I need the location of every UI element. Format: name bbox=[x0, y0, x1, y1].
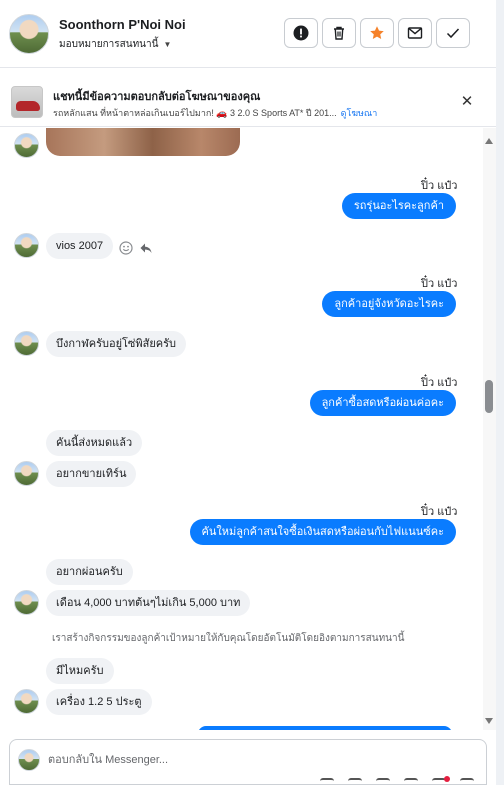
caret-down-icon: ▼ bbox=[163, 40, 172, 49]
outgoing-message[interactable]: คันใหม่ลูกค้าสนใจซื้อเงินสดหรือผ่อนกับไฟ… bbox=[189, 519, 456, 545]
outgoing-message[interactable]: ลูกค้าอยู่จังหวัดอะไรคะ bbox=[322, 291, 456, 317]
ad-thumbnail[interactable] bbox=[11, 86, 43, 118]
ad-reply-banner: แชทนี้มีข้อความตอบกลับต่อโฆษณาของคุณ รถห… bbox=[0, 77, 496, 127]
close-icon: ✕ bbox=[460, 93, 474, 110]
alert-icon bbox=[293, 25, 309, 41]
chat-scrollbar[interactable] bbox=[483, 128, 496, 730]
contact-name[interactable]: Soonthorn P'Noi Noi bbox=[59, 17, 186, 32]
contact-avatar-small bbox=[14, 689, 39, 714]
mark-done-button[interactable] bbox=[436, 18, 470, 48]
incoming-message[interactable]: เครื่อง 1.2 5 ประตู bbox=[46, 689, 152, 715]
trash-icon bbox=[334, 26, 344, 40]
scrollbar-thumb[interactable] bbox=[485, 380, 493, 413]
mark-unread-button[interactable] bbox=[398, 18, 432, 48]
message-actions bbox=[119, 241, 153, 255]
ad-banner-title: แชทนี้มีข้อความตอบกลับต่อโฆษณาของคุณ bbox=[53, 91, 261, 103]
contact-avatar-small bbox=[14, 331, 39, 356]
ad-banner-subtitle-row: รถหลักแสน ที่หน้าตาหล่อเกินเบอร์ไปมาก! 🚗… bbox=[53, 106, 377, 120]
page-avatar bbox=[18, 749, 40, 771]
contact-avatar-small bbox=[14, 590, 39, 615]
star-icon bbox=[370, 26, 384, 39]
reply-input[interactable] bbox=[48, 750, 468, 770]
outgoing-message-partial[interactable] bbox=[198, 726, 452, 730]
image-message[interactable] bbox=[46, 128, 240, 156]
more-icon[interactable] bbox=[460, 778, 474, 785]
sender-name: ปิ๋ว แป๋ว bbox=[421, 377, 458, 389]
contact-avatar[interactable] bbox=[9, 14, 49, 54]
envelope-icon bbox=[407, 27, 423, 39]
attachment-icon[interactable] bbox=[348, 778, 362, 785]
notification-dot bbox=[444, 776, 450, 782]
reply-icon[interactable] bbox=[139, 241, 153, 255]
composer-toolbar bbox=[320, 778, 474, 785]
image-icon[interactable] bbox=[376, 778, 390, 785]
checkmark-icon bbox=[446, 28, 460, 39]
emoji-icon[interactable] bbox=[404, 778, 418, 785]
react-emoji-icon[interactable] bbox=[119, 241, 133, 255]
page-edge bbox=[496, 0, 504, 785]
incoming-message[interactable]: เดือน 4,000 บาทต้นๆไม่เกิน 5,000 บาท bbox=[46, 590, 251, 616]
sender-name: ปิ๋ว แป๋ว bbox=[421, 278, 458, 290]
conversation-header: Soonthorn P'Noi Noi มอบหมายการสนทนานี้ ▼ bbox=[0, 0, 496, 68]
assign-conversation-dropdown[interactable]: มอบหมายการสนทนานี้ ▼ bbox=[59, 37, 171, 52]
incoming-message[interactable]: vios 2007 bbox=[46, 233, 114, 259]
tag-icon[interactable] bbox=[320, 778, 334, 785]
outgoing-message[interactable]: รถรุ่นอะไรคะลูกค้า bbox=[341, 193, 456, 219]
view-ad-link[interactable]: ดูโฆษณา bbox=[341, 106, 378, 120]
mark-spam-button[interactable] bbox=[284, 18, 318, 48]
scroll-down-arrow-icon[interactable] bbox=[485, 718, 493, 724]
outgoing-message[interactable]: ลูกค้าซื้อสดหรือผ่อนค่อคะ bbox=[309, 390, 456, 416]
incoming-message[interactable]: บึงกาฬครับอยู่โซ่พิสัยครับ bbox=[46, 331, 187, 357]
incoming-message[interactable]: อยากผ่อนครับ bbox=[46, 559, 133, 585]
system-activity-note: เราสร้างกิจกรรมของลูกค้าเป้าหมายให้กับคุ… bbox=[52, 633, 405, 644]
incoming-message[interactable]: มีไหมครับ bbox=[46, 658, 114, 684]
scroll-up-arrow-icon[interactable] bbox=[485, 138, 493, 144]
incoming-message[interactable]: คันนี้ส่งหมดแล้ว bbox=[46, 430, 143, 456]
assign-label: มอบหมายการสนทนานี้ bbox=[59, 39, 159, 50]
star-button[interactable] bbox=[360, 18, 394, 48]
message-thread[interactable]: ปิ๋ว แป๋ว รถรุ่นอะไรคะลูกค้า vios 2007 ป… bbox=[0, 128, 484, 730]
incoming-message[interactable]: อยากขายเทิร์น bbox=[46, 461, 137, 487]
reply-composer bbox=[9, 739, 487, 785]
ad-banner-subtitle: รถหลักแสน ที่หน้าตาหล่อเกินเบอร์ไปมาก! 🚗… bbox=[53, 108, 337, 118]
sender-name: ปิ๋ว แป๋ว bbox=[421, 506, 458, 518]
contact-avatar-small bbox=[14, 461, 39, 486]
delete-button[interactable] bbox=[322, 18, 356, 48]
contact-avatar-small bbox=[14, 233, 39, 258]
sender-name: ปิ๋ว แป๋ว bbox=[421, 180, 458, 192]
header-action-group bbox=[284, 18, 470, 48]
close-ad-banner-button[interactable]: ✕ bbox=[456, 90, 478, 112]
contact-avatar-small bbox=[14, 133, 39, 158]
